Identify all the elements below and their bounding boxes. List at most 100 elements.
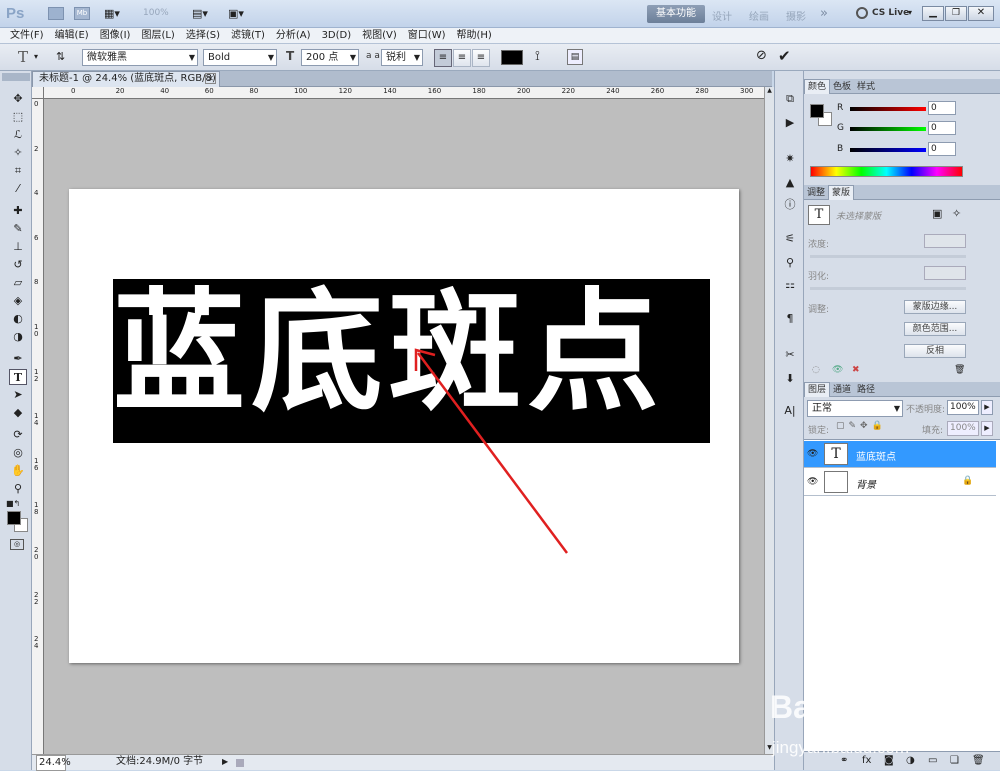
layer-row-background[interactable]: 👁 背景 🔒 — [804, 469, 996, 496]
marquee-tool-icon[interactable]: ⬚ — [9, 109, 27, 125]
r-value[interactable]: 0 — [928, 101, 956, 115]
invert-button[interactable]: 反相 — [904, 344, 966, 358]
vertical-scrollbar[interactable]: ▲ ▼ — [764, 87, 774, 754]
text-color-swatch[interactable] — [501, 50, 523, 65]
menu-file[interactable]: 文件(F) — [10, 28, 44, 44]
tab-channels[interactable]: 通道 — [830, 383, 854, 397]
opacity-input[interactable]: 100% — [947, 400, 979, 415]
workspace-photography-button[interactable]: 摄影 — [786, 8, 806, 23]
workspace-painting-button[interactable]: 绘画 — [749, 8, 769, 23]
paint-bucket-tool-icon[interactable]: ◈ — [9, 293, 27, 309]
lasso-tool-icon[interactable]: ℒ — [9, 127, 27, 143]
scroll-up-icon[interactable]: ▲ — [765, 87, 774, 97]
quick-mask-icon[interactable]: ◎ — [10, 539, 24, 550]
minimize-button[interactable]: ▁ — [922, 6, 944, 21]
cancel-edit-icon[interactable]: ⊘ — [756, 48, 767, 63]
cs-live-dropdown-icon[interactable]: ▾ — [908, 8, 912, 17]
delete-mask-icon[interactable]: 🗑 — [954, 365, 965, 375]
default-colors-icon[interactable]: ■↰ — [6, 499, 20, 508]
commit-edit-icon[interactable]: ✔ — [778, 47, 791, 65]
restore-button[interactable]: ❐ — [945, 6, 967, 21]
new-layer-icon[interactable]: ❏ — [950, 755, 959, 766]
disable-mask-icon[interactable]: ✖ — [852, 365, 860, 375]
g-value[interactable]: 0 — [928, 121, 956, 135]
zoom-level-dropdown[interactable]: 100% — [143, 8, 169, 18]
layer-row-text[interactable]: 👁 T 蓝底斑点 — [804, 441, 996, 468]
visibility-eye-icon[interactable]: 👁 — [807, 477, 818, 487]
pen-tool-icon[interactable]: ✒ — [9, 351, 27, 367]
navigator-panel-icon[interactable]: ▲ — [781, 175, 799, 191]
menu-view[interactable]: 视图(V) — [362, 28, 397, 44]
eyedropper-tool-icon[interactable]: ⁄ — [9, 181, 27, 197]
clone-stamp-tool-icon[interactable]: ⊥ — [9, 239, 27, 255]
ruler-origin[interactable] — [32, 87, 44, 99]
new-group-icon[interactable]: ▭ — [928, 755, 937, 766]
blend-mode-select[interactable]: 正常 ▼ — [807, 400, 903, 417]
color-range-button[interactable]: 颜色范围... — [904, 322, 966, 336]
document-tab[interactable]: 未标题-1 @ 24.4% (蓝底斑点, RGB/8) * ✕ — [32, 71, 220, 98]
clone-source-panel-icon[interactable]: ⚲ — [781, 255, 799, 271]
3d-orbit-tool-icon[interactable]: ◎ — [9, 445, 27, 461]
view-extras-icon[interactable]: ▦▾ — [104, 7, 130, 21]
b-slider[interactable] — [850, 148, 926, 152]
eraser-tool-icon[interactable]: ▱ — [9, 275, 27, 291]
warp-text-icon[interactable]: ⟟ — [535, 49, 540, 64]
antialias-select[interactable]: 锐利 ▼ — [381, 49, 423, 66]
status-zoom[interactable]: 24.4% — [36, 755, 71, 771]
tab-styles[interactable]: 样式 — [854, 80, 878, 94]
type-tool-icon[interactable]: T — [9, 369, 27, 385]
tool-presets-panel-icon[interactable]: ✂ — [781, 347, 799, 363]
history-brush-tool-icon[interactable]: ↺ — [9, 257, 27, 273]
b-value[interactable]: 0 — [928, 142, 956, 156]
3d-rotate-tool-icon[interactable]: ⟳ — [9, 427, 27, 443]
move-tool-icon[interactable]: ✥ — [9, 91, 27, 107]
tab-color[interactable]: 颜色 — [804, 79, 831, 94]
info-panel-icon[interactable]: ⓘ — [781, 197, 799, 213]
close-document-icon[interactable]: ✕ — [205, 73, 216, 84]
menu-layer[interactable]: 图层(L) — [141, 28, 174, 44]
density-input[interactable] — [924, 234, 966, 248]
quick-selection-tool-icon[interactable]: ✧ — [9, 145, 27, 161]
pixel-mask-icon[interactable]: ▣ — [932, 207, 942, 220]
mini-bridge-icon[interactable]: Mb — [74, 7, 90, 20]
character-panel-icon[interactable]: ▤ — [567, 49, 583, 65]
tab-paths[interactable]: 路径 — [854, 383, 878, 397]
link-layers-icon[interactable]: ⚭ — [840, 755, 848, 766]
add-mask-icon[interactable]: ◙ — [884, 755, 894, 766]
more-workspaces-button[interactable]: » — [820, 6, 828, 21]
layer-style-icon[interactable]: fx — [862, 755, 871, 766]
zoom-tool-icon[interactable]: ⚲ — [9, 481, 27, 497]
r-slider[interactable] — [850, 107, 926, 111]
align-left-button[interactable]: ≡ — [434, 49, 452, 67]
cs-live-button[interactable]: CS Live — [872, 8, 909, 18]
density-slider[interactable] — [810, 255, 966, 258]
menu-edit[interactable]: 编辑(E) — [55, 28, 89, 44]
tab-swatches[interactable]: 色板 — [830, 80, 854, 94]
status-menu-icon[interactable]: ▶ — [222, 755, 228, 769]
path-selection-tool-icon[interactable]: ➤ — [9, 387, 27, 403]
styles-panel-icon[interactable]: ⬇ — [781, 371, 799, 387]
panel-foreground-swatch[interactable] — [810, 104, 824, 118]
paragraph-panel-icon[interactable]: ¶ — [781, 311, 799, 327]
text-orientation-icon[interactable]: ⇅ — [56, 50, 65, 63]
layer-name[interactable]: 蓝底斑点 — [856, 448, 896, 463]
menu-filter[interactable]: 滤镜(T) — [231, 28, 265, 44]
character-panel-icon-strip[interactable]: A| — [781, 403, 799, 419]
opacity-arrow-icon[interactable]: ▶ — [981, 400, 993, 415]
font-family-select[interactable]: 微软雅黑 ▼ — [82, 49, 198, 66]
dodge-tool-icon[interactable]: ◑ — [9, 329, 27, 345]
apply-mask-icon[interactable]: 👁 — [832, 365, 843, 375]
tool-preset-icon[interactable]: T — [18, 48, 28, 66]
font-size-select[interactable]: 200 点 ▼ — [301, 49, 359, 66]
tab-adjustments[interactable]: 调整 — [804, 186, 828, 200]
mask-edge-button[interactable]: 蒙版边缘... — [904, 300, 966, 314]
font-style-select[interactable]: Bold ▼ — [203, 49, 277, 66]
foreground-color-swatch[interactable] — [7, 511, 21, 525]
workspace-design-button[interactable]: 设计 — [712, 8, 732, 23]
layer-name[interactable]: 背景 — [856, 476, 876, 491]
adjustment-layer-icon[interactable]: ◑ — [906, 755, 915, 766]
3d-panel-icon[interactable]: ✷ — [781, 151, 799, 167]
menu-analysis[interactable]: 分析(A) — [276, 28, 311, 44]
fill-input[interactable]: 100% — [947, 421, 979, 436]
healing-brush-tool-icon[interactable]: ✚ — [9, 203, 27, 219]
